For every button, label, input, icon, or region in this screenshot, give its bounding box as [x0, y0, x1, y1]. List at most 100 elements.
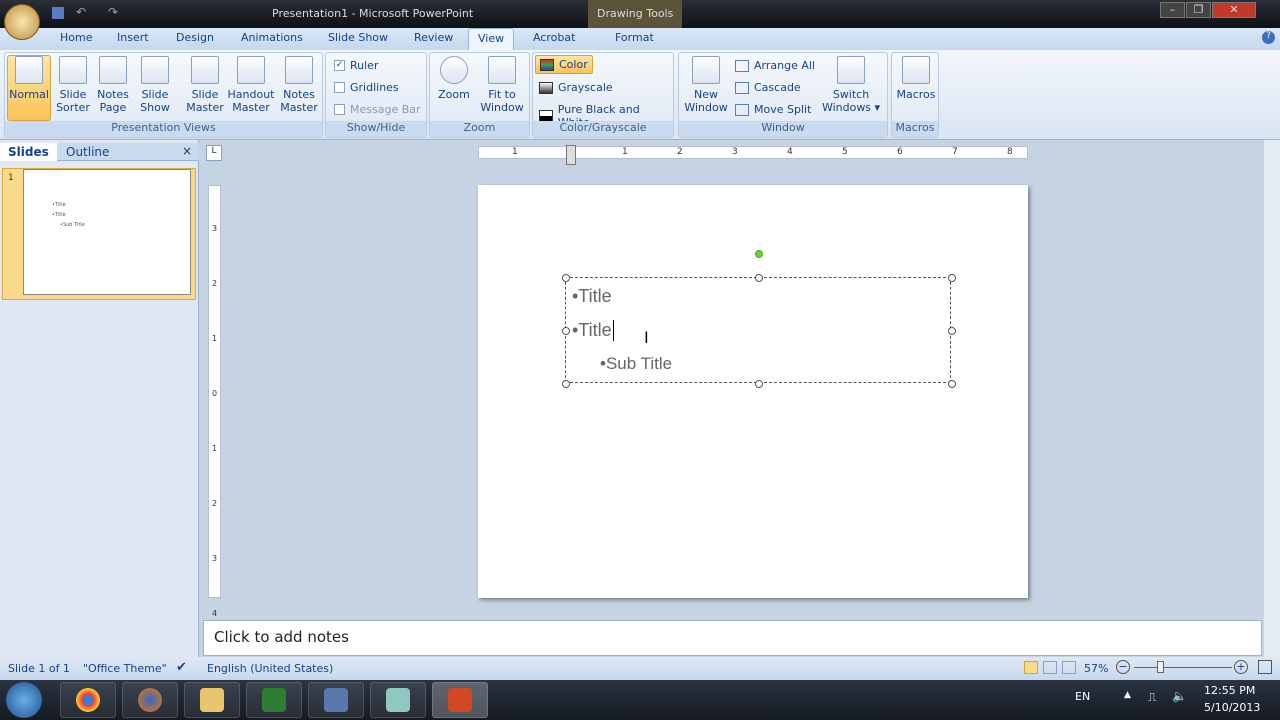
- group-label: Presentation Views: [5, 121, 322, 137]
- network-icon[interactable]: ⎍: [1148, 690, 1156, 705]
- zoom-level[interactable]: 57%: [1084, 662, 1108, 675]
- rotation-handle[interactable]: [755, 250, 763, 258]
- ruler-label: 2: [212, 499, 218, 508]
- show-hidden-icons[interactable]: ▲: [1124, 690, 1131, 700]
- gridlines-checkbox[interactable]: Gridlines: [334, 81, 399, 94]
- zoom-button[interactable]: Zoom: [434, 56, 474, 101]
- normal-view-icon[interactable]: [1024, 661, 1038, 674]
- text-line-subtitle[interactable]: •Sub Title: [600, 354, 672, 374]
- zoom-out-icon[interactable]: −: [1116, 660, 1130, 674]
- slide-sorter-button[interactable]: Slide Sorter: [53, 56, 93, 114]
- taskbar-powerpoint[interactable]: [432, 682, 488, 718]
- zoom-slider[interactable]: [1134, 667, 1232, 668]
- office-button[interactable]: [4, 4, 40, 40]
- slide-show-button[interactable]: Slide Show: [135, 56, 175, 114]
- resize-handle[interactable]: [948, 380, 956, 388]
- zoom-slider-thumb[interactable]: [1156, 661, 1164, 673]
- spell-check-icon[interactable]: ✔: [176, 660, 187, 675]
- resize-handle[interactable]: [562, 380, 570, 388]
- slide-master-button[interactable]: Slide Master: [185, 56, 225, 114]
- context-tab-label: Drawing Tools: [588, 0, 683, 28]
- resize-handle[interactable]: [755, 380, 763, 388]
- macros-button[interactable]: Macros: [894, 56, 938, 101]
- slide-sorter-icon[interactable]: [1043, 661, 1057, 674]
- fit-slide-icon[interactable]: [1258, 660, 1272, 674]
- tab-slide-show[interactable]: Slide Show: [328, 31, 388, 44]
- resize-handle[interactable]: [948, 274, 956, 282]
- tab-review[interactable]: Review: [414, 31, 453, 44]
- tab-design[interactable]: Design: [176, 31, 214, 44]
- normal-view-button[interactable]: Normal: [7, 55, 51, 121]
- macros-icon: [902, 56, 930, 84]
- vertical-scrollbar[interactable]: [1264, 140, 1280, 657]
- zoom-in-icon[interactable]: +: [1234, 660, 1248, 674]
- indent-marker[interactable]: [566, 145, 576, 165]
- restore-button[interactable]: ❐: [1186, 2, 1211, 18]
- notes-page-icon: [99, 56, 127, 84]
- handout-master-button[interactable]: Handout Master: [227, 56, 275, 114]
- minimize-button[interactable]: –: [1160, 2, 1185, 18]
- clock-date[interactable]: 5/10/2013: [1204, 701, 1260, 714]
- ruler-label: 1: [622, 147, 628, 157]
- text-line-title[interactable]: •Title: [572, 286, 612, 307]
- close-pane-icon[interactable]: ×: [182, 144, 192, 158]
- vertical-ruler[interactable]: 321012345: [208, 185, 221, 673]
- horizontal-ruler[interactable]: 1012345678: [478, 146, 1028, 159]
- language[interactable]: English (United States): [207, 662, 333, 675]
- notes-field[interactable]: Click to add notes: [203, 620, 1262, 656]
- fit-to-window-button[interactable]: Fit to Window: [478, 56, 526, 114]
- notes-master-button[interactable]: Notes Master: [277, 56, 321, 114]
- taskbar-app[interactable]: [370, 682, 426, 718]
- tab-home[interactable]: Home: [60, 31, 92, 44]
- clock-time[interactable]: 12:55 PM: [1204, 684, 1255, 697]
- grayscale-button[interactable]: Grayscale: [539, 81, 613, 94]
- tab-outline[interactable]: Outline: [60, 144, 115, 160]
- resize-handle[interactable]: [562, 274, 570, 282]
- ruler-label: 2: [677, 147, 683, 157]
- taskbar: EN ▲ ⎍ 🔈 12:55 PM 5/10/2013: [0, 680, 1280, 720]
- cascade-button[interactable]: Cascade: [735, 81, 801, 94]
- arrange-all-button[interactable]: Arrange All: [735, 59, 815, 72]
- volume-icon[interactable]: 🔈: [1172, 689, 1187, 703]
- resize-handle[interactable]: [948, 327, 956, 335]
- undo-icon[interactable]: ↶: [76, 5, 86, 19]
- slide-show-icon[interactable]: [1062, 661, 1076, 674]
- close-button[interactable]: ✕: [1212, 2, 1256, 18]
- resize-handle[interactable]: [562, 327, 570, 335]
- thumb-line: •Title: [52, 202, 66, 208]
- theme-name: "Office Theme": [83, 662, 167, 675]
- resize-handle[interactable]: [755, 274, 763, 282]
- language-indicator[interactable]: EN: [1075, 690, 1090, 703]
- taskbar-explorer[interactable]: [184, 682, 240, 718]
- switch-windows-button[interactable]: Switch Windows ▾: [819, 56, 883, 114]
- tab-animations[interactable]: Animations: [241, 31, 303, 44]
- move-split-button[interactable]: Move Split: [735, 103, 811, 116]
- save-icon[interactable]: [52, 7, 64, 19]
- tab-format[interactable]: Format: [615, 31, 654, 44]
- taskbar-video[interactable]: [308, 682, 364, 718]
- redo-icon[interactable]: ↷: [108, 5, 118, 19]
- help-icon[interactable]: ?: [1262, 31, 1275, 44]
- ruler-corner-button[interactable]: L: [206, 145, 222, 161]
- tab-acrobat[interactable]: Acrobat: [533, 31, 575, 44]
- excel-icon: [262, 688, 286, 712]
- tab-slides[interactable]: Slides: [0, 143, 57, 161]
- text-line-title[interactable]: •Title: [572, 320, 614, 341]
- group-color-grayscale: Color Grayscale Pure Black and White Col…: [532, 52, 674, 138]
- text-box[interactable]: •Title •Title •Sub Title: [562, 250, 956, 388]
- new-window-button[interactable]: New Window: [683, 56, 729, 114]
- taskbar-excel[interactable]: [246, 682, 302, 718]
- slide-thumbnail-1[interactable]: 1 •Title •Title •Sub Title: [2, 168, 196, 300]
- taskbar-chrome[interactable]: [60, 682, 116, 718]
- slide-canvas[interactable]: [478, 185, 1028, 598]
- notes-page-button[interactable]: Notes Page: [93, 56, 133, 114]
- taskbar-firefox[interactable]: [122, 682, 178, 718]
- tab-view[interactable]: View: [468, 28, 515, 50]
- start-button[interactable]: [6, 682, 42, 718]
- group-label: Macros: [892, 121, 938, 137]
- color-button[interactable]: Color: [535, 55, 593, 74]
- ruler-checkbox[interactable]: ✓ Ruler: [334, 59, 378, 72]
- ruler-label: 7: [952, 147, 958, 157]
- tab-insert[interactable]: Insert: [117, 31, 149, 44]
- ribbon: Normal Slide Sorter Notes Page Slide Sho…: [0, 50, 1280, 140]
